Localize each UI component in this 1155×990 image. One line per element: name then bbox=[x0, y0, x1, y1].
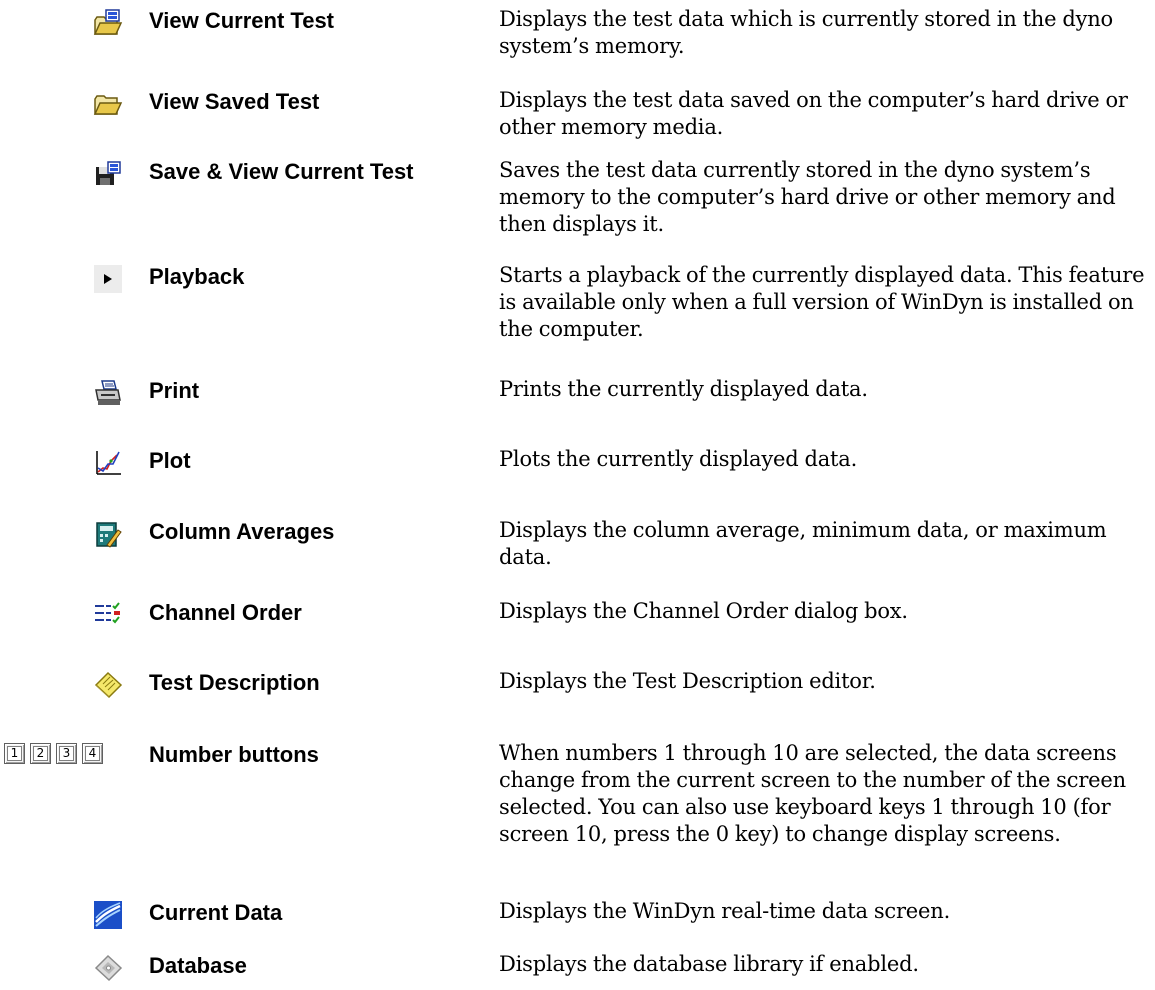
row-label: Save & View Current Test bbox=[149, 159, 414, 184]
number-button-label: 3 bbox=[59, 746, 74, 761]
number-button-4[interactable]: 4 bbox=[82, 743, 103, 764]
row-description: Displays the WinDyn real-time data scree… bbox=[499, 899, 951, 923]
row-description: Displays the column average, minimum dat… bbox=[499, 518, 1107, 569]
row-label: Plot bbox=[149, 448, 191, 473]
row-description: Saves the test data currently stored in … bbox=[499, 158, 1116, 236]
row-description: Prints the currently displayed data. bbox=[499, 377, 868, 401]
row-label: View Saved Test bbox=[149, 89, 320, 114]
number-button-2[interactable]: 2 bbox=[30, 743, 51, 764]
channel-list-icon[interactable] bbox=[93, 600, 123, 630]
number-button-3[interactable]: 3 bbox=[56, 743, 77, 764]
row-label: Channel Order bbox=[149, 600, 302, 625]
row-description: Starts a playback of the currently displ… bbox=[499, 263, 1145, 341]
number-buttons-icon: 1 2 3 4 bbox=[4, 743, 103, 764]
current-data-wave-icon[interactable] bbox=[93, 900, 123, 930]
play-icon[interactable] bbox=[93, 264, 123, 294]
row-label: Column Averages bbox=[149, 519, 335, 544]
database-disk-icon[interactable] bbox=[93, 953, 123, 983]
row-description: Displays the test data saved on the comp… bbox=[499, 88, 1128, 139]
open-current-test-icon[interactable] bbox=[93, 8, 123, 38]
row-description: Plots the currently displayed data. bbox=[499, 447, 858, 471]
row-label: Current Data bbox=[149, 900, 283, 925]
row-label: View Current Test bbox=[149, 8, 335, 33]
row-label: Playback bbox=[149, 264, 245, 289]
row-description: When numbers 1 through 10 are selected, … bbox=[499, 741, 1126, 846]
open-folder-icon[interactable] bbox=[93, 89, 123, 119]
row-label: Print bbox=[149, 378, 200, 403]
row-description: Displays the Test Description editor. bbox=[499, 669, 876, 693]
save-disk-icon[interactable] bbox=[93, 159, 123, 189]
note-pad-icon[interactable] bbox=[93, 670, 123, 700]
row-label: Number buttons bbox=[149, 742, 319, 767]
plot-chart-icon[interactable] bbox=[93, 448, 123, 478]
calculator-pencil-icon[interactable] bbox=[93, 519, 123, 549]
row-description: Displays the test data which is currentl… bbox=[499, 7, 1114, 58]
number-button-1[interactable]: 1 bbox=[4, 743, 25, 764]
row-description: Displays the database library if enabled… bbox=[499, 952, 919, 976]
printer-icon[interactable] bbox=[93, 378, 123, 408]
row-description: Displays the Channel Order dialog box. bbox=[499, 599, 908, 623]
row-label: Test Description bbox=[149, 670, 320, 695]
number-button-label: 4 bbox=[85, 746, 100, 761]
number-button-label: 2 bbox=[33, 746, 48, 761]
row-label: Database bbox=[149, 953, 247, 978]
number-button-label: 1 bbox=[7, 746, 22, 761]
